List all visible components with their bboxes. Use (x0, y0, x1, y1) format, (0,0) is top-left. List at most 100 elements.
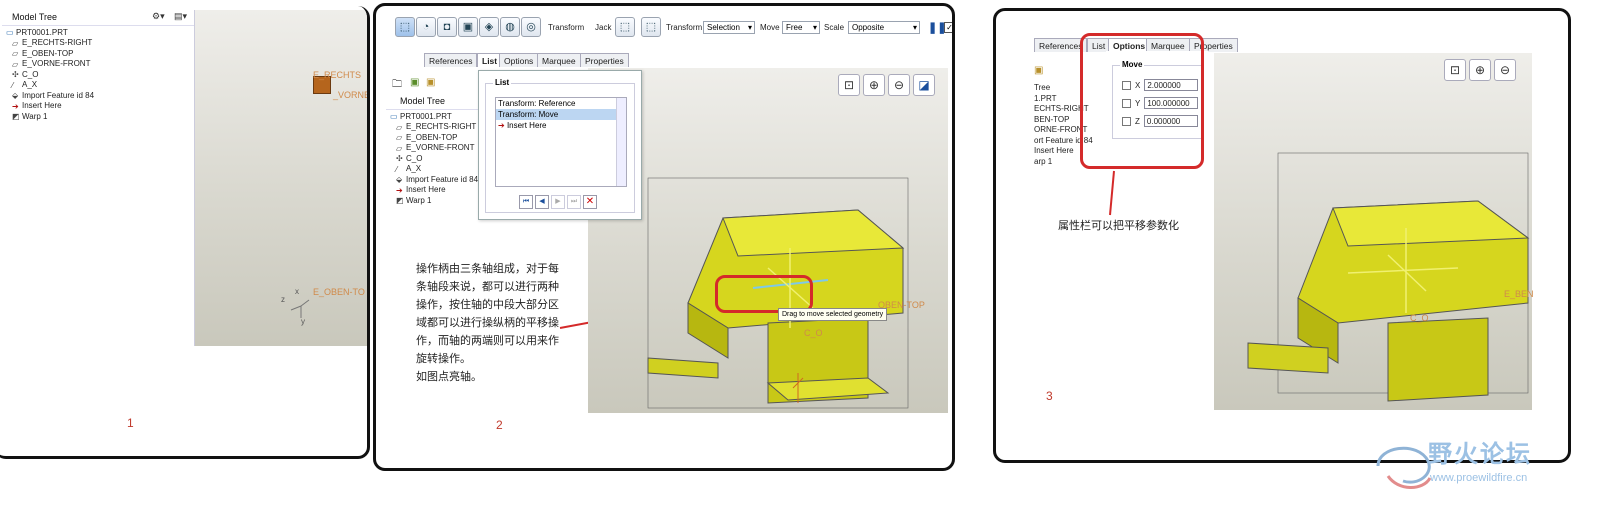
callout-arrow-3 (1109, 170, 1115, 216)
tree-item-label: E_RECHTS-RIGHT (22, 38, 93, 47)
tab-marquee[interactable]: Marquee (537, 53, 581, 67)
tree-folder-icon-3[interactable]: ▣ (1034, 65, 1043, 76)
tree-item-label: E_VORNE-FRONT (22, 59, 91, 68)
list-item-selected[interactable]: Transform: Move (496, 109, 626, 120)
caption-text-3: 属性栏可以把平移参数化 (1058, 220, 1179, 232)
jack-button[interactable]: ⬚ (615, 17, 635, 37)
tree-columns-icon[interactable]: ▤▾ (174, 11, 187, 22)
highlight-options-box (1080, 33, 1204, 169)
transform-mode-select[interactable]: Selection (703, 21, 755, 34)
tree-item[interactable]: ➔ Insert Here (6, 101, 194, 112)
tree-item-label: PRT0001.PRT (16, 27, 68, 37)
zoom-in-icon[interactable]: ⊕ (863, 74, 885, 96)
datum-plane-icon: ▱ (396, 122, 403, 132)
first-item-button[interactable]: ⏮ (519, 195, 533, 209)
list-panel-popup: List Transform: Reference Transform: Mov… (478, 70, 642, 220)
twist-tool-icon[interactable]: ◍ (500, 17, 520, 37)
datum-label-rechts: E_RECHTS (313, 70, 362, 80)
zoom-out-icon[interactable]: ⊖ (888, 74, 910, 96)
csys-label-co-3: C_O (1410, 313, 1429, 323)
tree-item[interactable]: ⁄ A_X (6, 80, 194, 91)
model-tree-1: Model Tree ⚙▾ ▤▾ ▭ PRT0001.PRT ▱ E_RECHTS-R… (2, 10, 195, 346)
tree-list: ▭ PRT0001.PRT ▱ E_RECHTS-RIGHT ▱ E_OBEN-TOP ▱ E… (2, 26, 194, 123)
datum-label-oben-2: OBEN-TOP (878, 300, 925, 310)
transform-list[interactable]: Transform: Reference Transform: Move ➔ I… (495, 97, 627, 187)
caption-line: 如图点亮轴。 (416, 371, 482, 383)
caption-text-2: 操作柄由三条轴组成，对于每 条轴段来说，都可以进行两种 操作，按住轴的中段大部分区域… (416, 260, 559, 386)
zoom-in-icon-3[interactable]: ⊕ (1469, 59, 1491, 81)
tab-references[interactable]: References (424, 53, 478, 67)
caption-line: 条轴段来说，都可以进行两种 (416, 281, 559, 293)
datum-plane-icon: ▱ (12, 59, 19, 69)
tree-item[interactable]: ▭ PRT0001.PRT (6, 28, 194, 39)
tree-item[interactable]: ▱ E_RECHTS-RIGHT (6, 38, 194, 49)
watermark-title: 野火论坛 (1428, 441, 1532, 468)
move-select[interactable]: Free (782, 21, 820, 34)
last-item-button[interactable]: ⏭ (567, 195, 581, 209)
stretch-tool-icon[interactable]: ▣ (458, 17, 478, 37)
delete-item-icon[interactable]: ✕ (583, 195, 597, 209)
tree-show-icon[interactable]: 🗀 (392, 77, 402, 94)
import-feature-icon: ⬙ (396, 175, 403, 185)
dashboard-tabs: References List Options Marquee Properti… (424, 52, 684, 67)
bend-tool-icon[interactable]: ◈ (479, 17, 499, 37)
zoom-fit-icon-3[interactable]: ⊡ (1444, 59, 1466, 81)
transform-tool-icon[interactable]: ⬚ (395, 17, 415, 37)
tree-item[interactable]: ▱ E_OBEN-TOP (6, 49, 194, 60)
confirm-checkbox[interactable]: ✓ (944, 22, 952, 33)
tree-item[interactable]: ◩ Warp 1 (6, 112, 194, 123)
tree-item[interactable]: ✣ C_O (6, 70, 194, 81)
list-scrollbar[interactable] (616, 98, 626, 186)
transform-select-button[interactable]: ⬚ (641, 17, 661, 37)
repaint-icon[interactable]: ◪ (913, 74, 935, 96)
csys-z-label: z (281, 295, 285, 304)
tree-item[interactable]: ⬙ Import Feature id 84 (6, 91, 194, 102)
insert-arrow-icon: ➔ (498, 121, 505, 130)
part-model-3d-3[interactable] (1238, 133, 1532, 410)
tree-expand-icon[interactable]: ▣ (410, 77, 419, 88)
graphics-window-2[interactable]: ⊡ ⊕ ⊖ ◪ Drag to move selected geometry O… (588, 68, 948, 413)
tree-item-label: A_X (22, 80, 38, 89)
coordinate-system-icon: ✣ (12, 70, 19, 80)
list-item-insert[interactable]: ➔ Insert Here (496, 120, 626, 131)
axis-icon: ⁄ (12, 80, 14, 90)
tab-options[interactable]: Options (499, 53, 539, 67)
list-item[interactable]: Transform: Reference (496, 98, 626, 109)
sculpt-tool-icon[interactable]: ◎ (521, 17, 541, 37)
zoom-out-icon-3[interactable]: ⊖ (1494, 59, 1516, 81)
zoom-fit-icon[interactable]: ⊡ (838, 74, 860, 96)
caption-line: 操作柄由三条轴组成，对于每 (416, 263, 559, 275)
tree-item-label: Import Feature id 84 (22, 90, 95, 100)
warp-tool-icon[interactable]: ◔ (416, 17, 436, 37)
drag-tooltip: Drag to move selected geometry (778, 308, 888, 321)
prev-item-button[interactable]: ◀ (535, 195, 549, 209)
scale-select[interactable]: Opposite (848, 21, 920, 34)
tree-settings-icon[interactable]: ⚙▾ (152, 11, 165, 22)
panel-number-3: 3 (1046, 389, 1053, 403)
graphics-window-3[interactable]: ⊡ ⊕ ⊖ C_O E_BEN (1214, 53, 1534, 410)
transform-label: Transform (548, 23, 585, 32)
datum-label-oben: E_OBEN-TO (313, 287, 365, 297)
coordinate-system-icon: ✣ (396, 154, 403, 164)
graphics-window-1[interactable]: E_RECHTS _VORNE E_OBEN-TO z x y (195, 10, 370, 346)
tab-properties[interactable]: Properties (580, 53, 629, 67)
tree-item-label: C_O (22, 69, 39, 79)
tree-item[interactable]: ▱ E_VORNE-FRONT (6, 59, 194, 70)
insert-arrow-icon: ➔ (396, 185, 403, 195)
datum-plane-icon: ▱ (396, 143, 403, 153)
tree-folder-icon[interactable]: ▣ (426, 77, 435, 88)
tree-item-label: E_VORNE-FRONT (406, 143, 475, 152)
tree-item-label: E_RECHTS-RIGHT (406, 122, 477, 131)
spine-tool-icon[interactable]: ◘ (437, 17, 457, 37)
list-item-insert-label: Insert Here (506, 121, 547, 130)
datum-label-vorne: _VORNE (333, 90, 370, 100)
scale-label: Scale (824, 23, 845, 32)
tree-item-label: Warp 1 (406, 195, 432, 205)
part-model-3d[interactable] (628, 128, 948, 413)
panel-number-2: 2 (496, 418, 503, 432)
next-item-button[interactable]: ▶ (551, 195, 565, 209)
tree-item-label: E_OBEN-TOP (406, 132, 458, 142)
caption-line: 操作，按住轴的中段大部分区 (416, 299, 559, 311)
tree-item-label: PRT0001.PRT (400, 111, 452, 121)
datum-plane-icon: ▱ (396, 133, 403, 143)
